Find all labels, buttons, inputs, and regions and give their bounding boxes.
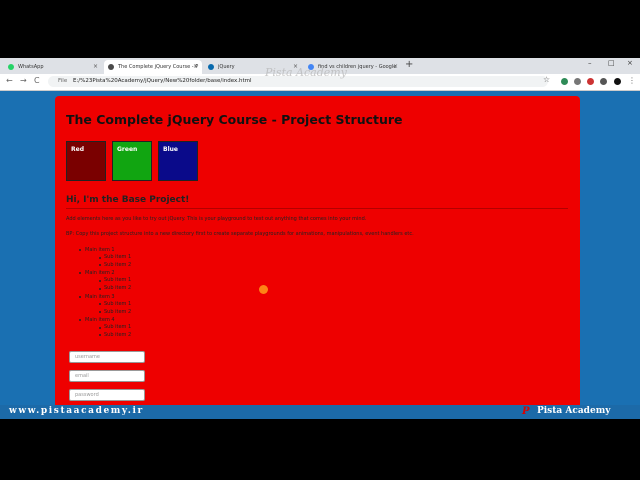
blue-box[interactable]: Blue bbox=[158, 141, 198, 181]
brand-logo: P bbox=[522, 406, 530, 417]
reload-button[interactable]: C bbox=[34, 76, 40, 85]
mouse-cursor-highlight bbox=[259, 285, 268, 294]
sub-list-item: Sub item 1 bbox=[99, 324, 131, 332]
page-viewport: The Complete jQuery Course - Project Str… bbox=[0, 91, 640, 405]
close-icon[interactable]: × bbox=[93, 60, 98, 74]
password-input[interactable]: password bbox=[69, 389, 145, 401]
tab-jquery-course[interactable]: The Complete jQuery Course - P × bbox=[104, 60, 202, 74]
tab-whatsapp[interactable]: WhatsApp × bbox=[4, 60, 102, 74]
close-window-button[interactable]: × bbox=[627, 59, 633, 67]
username-input[interactable]: username bbox=[69, 351, 145, 363]
tab-label: The Complete jQuery Course - P bbox=[118, 64, 199, 70]
promo-bar: www.pistaacademy.ir P Pista Academy bbox=[0, 405, 640, 419]
sub-list-item: Sub item 2 bbox=[99, 285, 131, 293]
list-item: Main item 3 Sub item 1 Sub item 2 bbox=[79, 293, 131, 316]
close-icon[interactable]: × bbox=[193, 60, 198, 74]
list-item-label: Main item 2 bbox=[85, 270, 115, 277]
extension-icon[interactable] bbox=[561, 78, 568, 85]
page-title: The Complete jQuery Course - Project Str… bbox=[66, 112, 403, 127]
email-input[interactable]: email bbox=[69, 370, 145, 382]
file-scheme-label: File bbox=[58, 78, 68, 84]
main-list: Main item 1 Sub item 1 Sub item 2 Main i… bbox=[79, 246, 131, 340]
menu-icon[interactable]: ⋮ bbox=[628, 76, 636, 85]
tab-label: WhatsApp bbox=[18, 64, 44, 70]
profile-avatar[interactable] bbox=[614, 78, 621, 85]
brand-name: Pista Academy bbox=[537, 406, 611, 416]
address-url: E:/%23Pista%20Academy/jQuery/New%20folde… bbox=[72, 78, 252, 84]
sub-list-item: Sub item 1 bbox=[99, 277, 131, 285]
section-heading: Hi, I'm the Base Project! bbox=[66, 195, 190, 205]
list-item-label: Main item 4 bbox=[85, 317, 115, 324]
list-item-label: Main item 1 bbox=[85, 247, 115, 253]
back-button[interactable]: ← bbox=[6, 76, 13, 85]
sub-list-item: Sub item 2 bbox=[99, 309, 131, 317]
sub-list: Sub item 1 Sub item 2 bbox=[85, 254, 131, 269]
sub-list-item: Sub item 2 bbox=[99, 332, 131, 340]
sub-list-item: Sub item 1 bbox=[99, 254, 131, 262]
page-icon bbox=[108, 64, 114, 70]
maximize-button[interactable]: □ bbox=[608, 59, 615, 67]
video-letterbox-top bbox=[0, 0, 640, 58]
tip-paragraph: BP: Copy this project structure into a n… bbox=[66, 231, 414, 237]
list-item: Main item 1 Sub item 1 Sub item 2 bbox=[79, 246, 131, 269]
whatsapp-icon bbox=[8, 64, 14, 70]
minimize-button[interactable]: – bbox=[588, 59, 592, 67]
sub-list-item: Sub item 1 bbox=[99, 301, 131, 309]
watermark: Pista Academy bbox=[265, 66, 347, 79]
forward-button[interactable]: → bbox=[20, 76, 27, 85]
red-box[interactable]: Red bbox=[66, 141, 106, 181]
site-url: www.pistaacademy.ir bbox=[9, 406, 144, 416]
intro-paragraph: Add elements here as you like to try out… bbox=[66, 216, 367, 222]
bookmark-star-icon[interactable]: ☆ bbox=[543, 75, 550, 84]
page-container: The Complete jQuery Course - Project Str… bbox=[55, 96, 580, 405]
jquery-icon bbox=[208, 64, 214, 70]
tab-label: jQuery bbox=[218, 64, 235, 70]
puzzle-icon[interactable] bbox=[600, 78, 607, 85]
video-letterbox-bottom bbox=[0, 419, 640, 480]
green-box[interactable]: Green bbox=[112, 141, 152, 181]
sub-list: Sub item 1 Sub item 2 bbox=[85, 277, 131, 292]
list-item: Main item 2 Sub item 1 Sub item 2 bbox=[79, 269, 131, 292]
new-tab-button[interactable]: + bbox=[405, 59, 413, 70]
sub-list-item: Sub item 2 bbox=[99, 262, 131, 270]
close-icon[interactable]: × bbox=[393, 60, 398, 74]
sub-list: Sub item 1 Sub item 2 bbox=[85, 324, 131, 339]
divider bbox=[66, 208, 568, 209]
extension-icon[interactable] bbox=[587, 78, 594, 85]
extension-icon[interactable] bbox=[574, 78, 581, 85]
list-item: Main item 4 Sub item 1 Sub item 2 bbox=[79, 316, 131, 339]
sub-list: Sub item 1 Sub item 2 bbox=[85, 301, 131, 316]
list-item-label: Main item 3 bbox=[85, 293, 115, 300]
